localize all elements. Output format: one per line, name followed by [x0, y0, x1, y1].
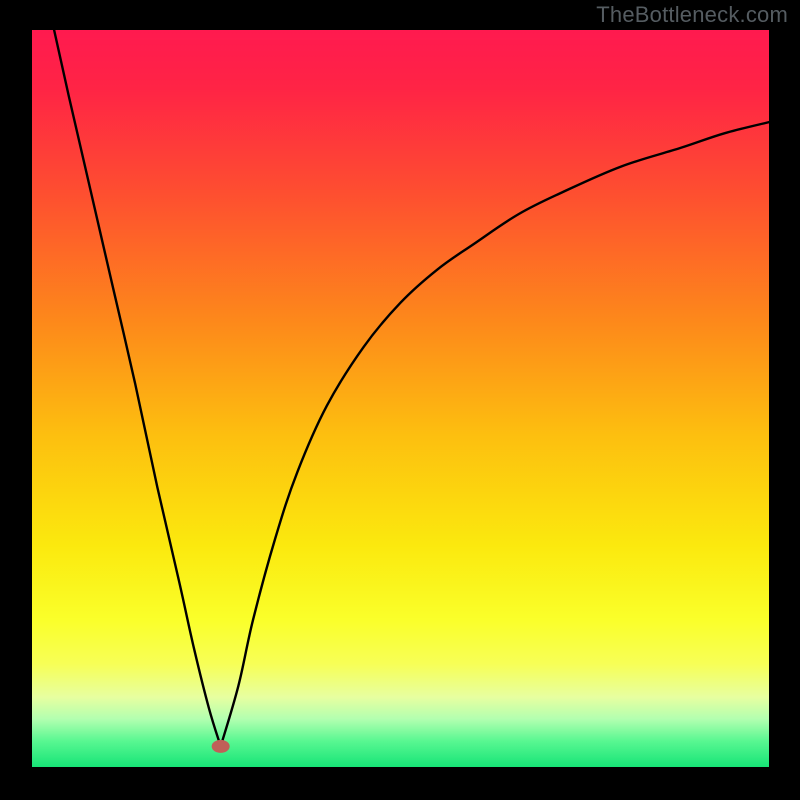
watermark-text: TheBottleneck.com [596, 2, 788, 28]
bottleneck-marker [212, 740, 230, 753]
chart-svg [32, 30, 769, 767]
outer-frame: TheBottleneck.com [0, 0, 800, 800]
chart-background-gradient [32, 30, 769, 767]
chart-plot-area [32, 30, 769, 767]
